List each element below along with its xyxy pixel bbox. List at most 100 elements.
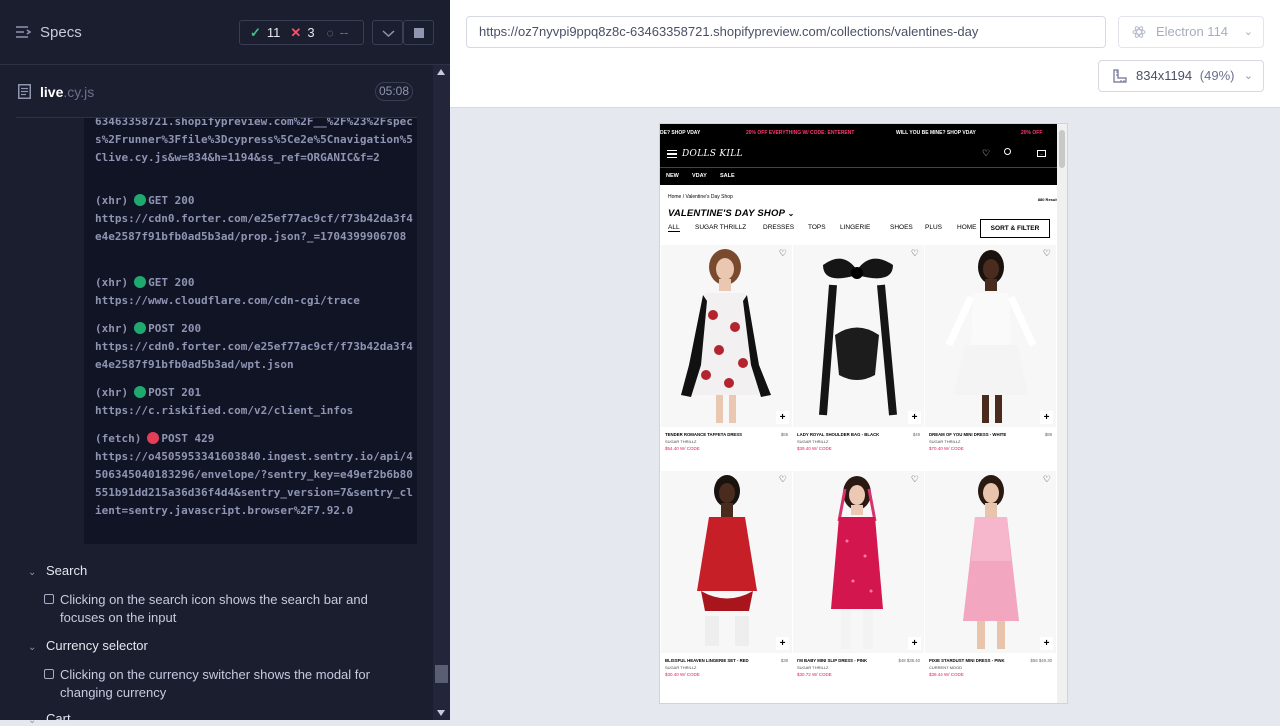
log-entry[interactable]: (xhr) GET 200 https://cdn0.forter.com/e25… (95, 192, 413, 246)
wishlist-heart-icon[interactable]: ♡ (779, 248, 787, 259)
specs-title: Specs (40, 24, 82, 41)
product-sale-price: $30.72 W/ CODE (797, 672, 832, 677)
breadcrumb[interactable]: Home / Valentine's Day Shop (668, 194, 733, 200)
nav-item-new[interactable]: NEW (666, 168, 679, 184)
suite-currency-selector[interactable]: ⌄ Currency selector (28, 638, 148, 653)
scroll-down-arrow[interactable] (437, 710, 445, 716)
quick-add-button[interactable]: + (776, 411, 789, 424)
category-tab[interactable]: PLUS (925, 224, 942, 231)
promo-text: DE? SHOP VDAY (660, 130, 701, 136)
wishlist-heart-icon[interactable]: ♡ (911, 248, 919, 259)
wishlist-heart-icon[interactable]: ♡ (1043, 474, 1051, 485)
quick-add-button[interactable]: + (908, 411, 921, 424)
nav-item-sale[interactable]: SALE (720, 168, 735, 184)
quick-add-button[interactable]: + (776, 637, 789, 650)
chevron-down-icon: ⌄ (1243, 26, 1253, 38)
file-basename: live (40, 84, 64, 100)
browser-selector[interactable]: Electron 114 ⌄ (1118, 16, 1264, 48)
scrollbar-thumb[interactable] (435, 665, 448, 683)
log-type: (fetch) (95, 432, 142, 445)
product-image[interactable] (925, 245, 1056, 427)
product-name[interactable]: LADY ROYAL SHOULDER BAG - BLACK (797, 432, 897, 437)
stop-icon (414, 28, 424, 38)
viewport-size[interactable]: 834x1194 (49%) ⌄ (1098, 60, 1264, 92)
site-header: DOLLS KILL ♡ – (660, 142, 1057, 167)
category-tab-all[interactable]: ALL (668, 224, 680, 232)
collection-title[interactable]: VALENTINE'S DAY SHOP ⌄ (668, 208, 795, 219)
log-url: https://o4505953341603840.ingest.sentry.… (95, 450, 413, 517)
site-logo[interactable]: DOLLS KILL (682, 149, 743, 159)
spec-duration: 05:08 (375, 82, 413, 101)
suite-cart[interactable]: ⌄ Cart (28, 711, 71, 726)
log-url: https://cdn0.forter.com/e25ef77ac9cf/f73… (95, 340, 413, 371)
log-entry[interactable]: (xhr) GET 200 https://www.cloudflare.com/… (95, 274, 413, 310)
product-brand: SUGAR THRILLZ (665, 665, 697, 670)
wishlist-heart-icon[interactable]: ♡ (982, 148, 990, 159)
stop-button[interactable] (403, 20, 434, 45)
spec-file-name: live.cy.js (40, 84, 94, 100)
scroll-up-arrow[interactable] (437, 69, 445, 75)
failed-count: 3 (307, 25, 315, 40)
product-name[interactable]: TENDER ROMANCE TAFFETA DRESS (665, 432, 765, 437)
chevron-down-icon: ⌄ (28, 642, 37, 653)
specs-panel: Specs ✓ 11 ✕ 3 ◌ -- live.cy.js 05:08 634… (0, 0, 450, 726)
log-entry[interactable]: (fetch) POST 429 https://o450595334160384… (95, 430, 413, 520)
preview-scrollbar[interactable] (1057, 124, 1067, 703)
product-image[interactable] (793, 471, 924, 653)
category-tab[interactable]: DRESSES (763, 224, 794, 231)
suite-search[interactable]: ⌄ Search (28, 563, 87, 578)
specs-list-icon[interactable] (16, 25, 32, 39)
product-photo (681, 249, 771, 423)
log-type: (xhr) (95, 276, 129, 289)
product-image[interactable] (793, 245, 924, 427)
product-name[interactable]: DREAM OF YOU MINI DRESS - WHITE (929, 432, 1029, 437)
wishlist-heart-icon[interactable]: ♡ (1043, 248, 1051, 259)
product-original-price: $68 (780, 432, 788, 437)
product-name[interactable]: PIXIE STARDUST MINI DRESS - PINK (929, 658, 1029, 663)
wishlist-heart-icon[interactable]: ♡ (779, 474, 787, 485)
search-icon[interactable] (1004, 148, 1011, 155)
log-scrollbar[interactable] (433, 65, 450, 720)
viewport-scale: (49%) (1199, 68, 1235, 83)
dropdown-button[interactable] (372, 20, 403, 45)
test-item[interactable]: Clicking on the search icon shows the se… (44, 591, 414, 627)
test-stats: ✓ 11 ✕ 3 ◌ -- (239, 20, 364, 45)
hamburger-menu-icon[interactable] (667, 150, 677, 158)
category-tab[interactable]: SUGAR THRILLZ (695, 224, 746, 231)
quick-add-button[interactable]: + (908, 637, 921, 650)
test-title: Clicking on the search icon shows the se… (60, 592, 368, 625)
product-original-price: $38 (780, 658, 788, 663)
chevron-down-icon: ⌄ (1243, 70, 1253, 82)
category-tab[interactable]: SHOES (890, 224, 913, 231)
cart-icon[interactable]: – (1037, 150, 1046, 157)
log-url: https://cdn0.forter.com/e25ef77ac9cf/f73… (95, 212, 413, 243)
log-entry[interactable]: (xhr) POST 200 https://cdn0.forter.com/e2… (95, 320, 413, 374)
quick-add-button[interactable]: + (1040, 411, 1053, 424)
product-name[interactable]: I'M BABY MINI SLIP DRESS - PINK (797, 658, 897, 663)
product-image[interactable] (661, 245, 792, 427)
wishlist-heart-icon[interactable]: ♡ (911, 474, 919, 485)
log-method: GET 200 (148, 276, 195, 289)
nav-item-vday[interactable]: VDAY (692, 168, 707, 184)
category-tab[interactable]: HOME (957, 224, 977, 231)
pending-count: -- (339, 25, 349, 40)
product-original-price: $49 (912, 432, 920, 437)
specs-header: Specs ✓ 11 ✕ 3 ◌ -- (0, 0, 450, 65)
category-tab[interactable]: TOPS (808, 224, 826, 231)
scrollbar-thumb[interactable] (1059, 130, 1065, 168)
quick-add-button[interactable]: + (1040, 637, 1053, 650)
product-original-price: $88 (1044, 432, 1052, 437)
sort-filter-button[interactable]: SORT & FILTER (980, 219, 1050, 238)
spec-file-row[interactable]: live.cy.js 05:08 (16, 76, 417, 118)
url-bar[interactable]: https://oz7nyvpi9ppq8z8c-63463358721.sho… (466, 16, 1106, 48)
test-item[interactable]: Clicking on the currency switcher shows … (44, 666, 414, 702)
browser-name: Electron 114 (1156, 24, 1229, 39)
product-image[interactable] (661, 471, 792, 653)
ruler-icon (1113, 69, 1127, 83)
product-image[interactable] (925, 471, 1056, 653)
log-entry[interactable]: (xhr) POST 201 https://c.riskified.com/v2… (95, 384, 413, 420)
category-tab[interactable]: LINGERIE (840, 224, 870, 231)
passed-count: 11 (266, 25, 281, 40)
product-name[interactable]: BLISSFUL HEAVEN LINGERIE SET - RED (665, 658, 765, 663)
product-brand: SUGAR THRILLZ (929, 439, 961, 444)
